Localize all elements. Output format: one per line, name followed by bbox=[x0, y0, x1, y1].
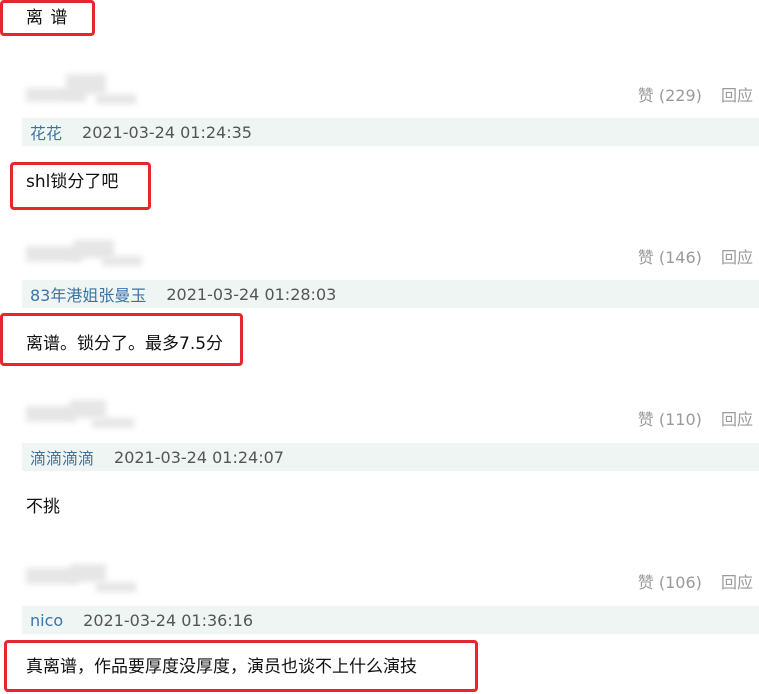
comment-timestamp: 2021-03-24 01:24:07 bbox=[114, 447, 284, 467]
user-info-bar: nico 2021-03-24 01:36:16 bbox=[22, 606, 759, 634]
like-label: 赞 bbox=[637, 86, 654, 105]
like-label: 赞 bbox=[637, 248, 654, 267]
highlight-box bbox=[10, 162, 151, 210]
blurred-avatar bbox=[26, 238, 146, 268]
reply-button[interactable]: 回应 bbox=[721, 248, 753, 267]
like-label: 赞 bbox=[637, 573, 654, 592]
comment-meta: 赞 (106) 回应 bbox=[630, 573, 753, 593]
highlight-box bbox=[0, 313, 243, 366]
like-button[interactable]: 赞 (146) bbox=[638, 248, 702, 267]
comment-timestamp: 2021-03-24 01:24:35 bbox=[82, 122, 252, 142]
like-count: (110) bbox=[658, 410, 702, 429]
comment-timestamp: 2021-03-24 01:28:03 bbox=[166, 284, 337, 304]
reply-button[interactable]: 回应 bbox=[721, 86, 753, 105]
user-info-bar: 花花 2021-03-24 01:24:35 bbox=[22, 118, 759, 146]
comment-meta: 赞 (229) 回应 bbox=[630, 86, 753, 106]
comment-meta: 赞 (146) 回应 bbox=[630, 248, 753, 268]
reply-button[interactable]: 回应 bbox=[721, 410, 753, 429]
like-button[interactable]: 赞 (110) bbox=[638, 410, 702, 429]
reply-button[interactable]: 回应 bbox=[721, 573, 753, 592]
username-link[interactable]: 滴滴滴滴 bbox=[30, 445, 94, 469]
highlight-box bbox=[4, 640, 478, 692]
like-button[interactable]: 赞 (106) bbox=[638, 573, 702, 592]
username-link[interactable]: 花花 bbox=[30, 120, 62, 144]
comment-text: 不挑 bbox=[26, 497, 60, 517]
like-label: 赞 bbox=[637, 410, 654, 429]
highlight-box bbox=[0, 0, 95, 36]
user-info-bar: 滴滴滴滴 2021-03-24 01:24:07 bbox=[22, 443, 759, 471]
like-button[interactable]: 赞 (229) bbox=[638, 86, 702, 105]
username-link[interactable]: 83年港姐张曼玉 bbox=[30, 282, 146, 306]
like-count: (106) bbox=[658, 573, 702, 592]
user-info-bar: 83年港姐张曼玉 2021-03-24 01:28:03 bbox=[22, 280, 759, 308]
like-count: (146) bbox=[658, 248, 702, 267]
blurred-avatar bbox=[26, 400, 146, 430]
comment-timestamp: 2021-03-24 01:36:16 bbox=[83, 610, 254, 630]
blurred-avatar bbox=[26, 74, 146, 104]
blurred-avatar bbox=[26, 564, 146, 594]
username-link[interactable]: nico bbox=[30, 611, 63, 630]
like-count: (229) bbox=[658, 86, 702, 105]
comment-meta: 赞 (110) 回应 bbox=[630, 410, 753, 430]
